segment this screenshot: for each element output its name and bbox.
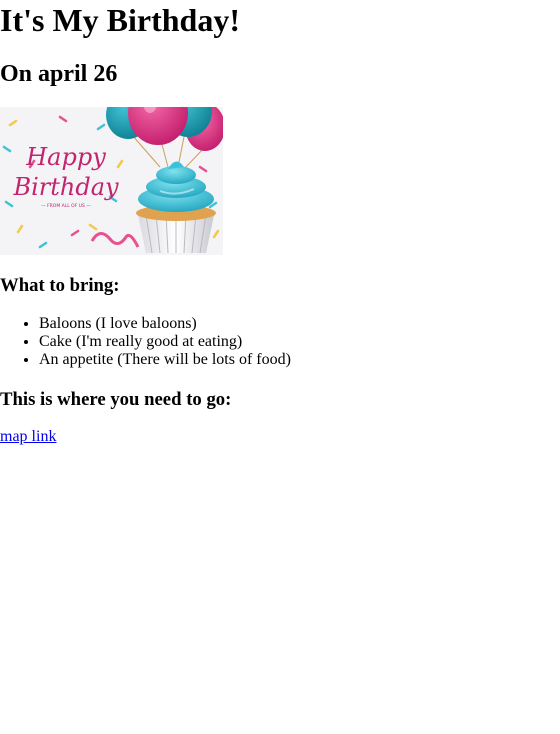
list-item: Cake (I'm really good at eating) (39, 333, 291, 351)
banner-happy-text: Happy (25, 143, 106, 171)
what-to-bring-heading: What to bring: (0, 275, 120, 296)
list-item: An appetite (There will be lots of food) (39, 351, 291, 369)
birthday-banner-image: Happy Birthday — FROM ALL OF US — (0, 107, 223, 255)
date-subtitle: On april 26 (0, 61, 118, 87)
banner-from-text: — FROM ALL OF US — (41, 203, 91, 209)
page-title: It's My Birthday! (0, 2, 240, 38)
bring-list: Baloons (I love baloons) Cake (I'm reall… (0, 315, 291, 369)
map-link[interactable]: map link (0, 428, 56, 446)
list-item: Baloons (I love baloons) (39, 315, 291, 333)
directions-heading: This is where you need to go: (0, 389, 232, 410)
banner-birthday-text: Birthday (12, 173, 119, 201)
